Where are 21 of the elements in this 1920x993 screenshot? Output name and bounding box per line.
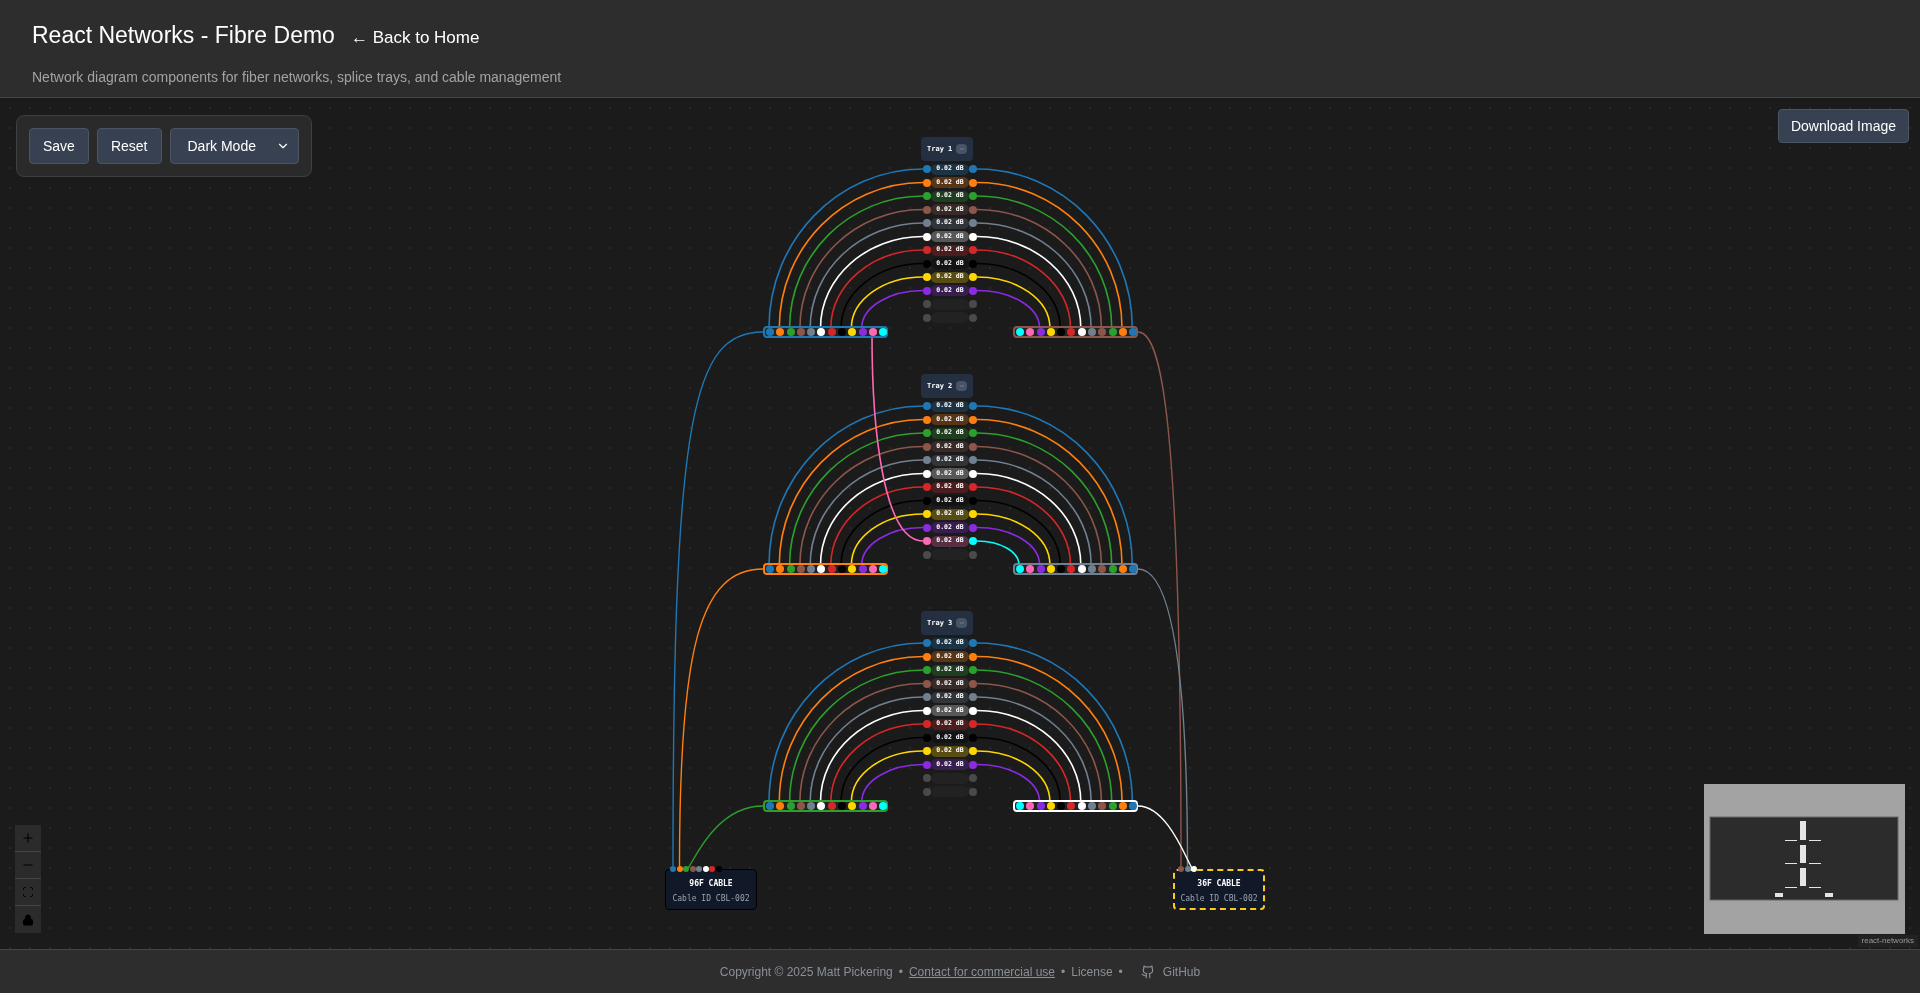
- separator-dot: •: [898, 963, 903, 981]
- cable-title: 96F CABLE: [689, 878, 733, 890]
- attribution-label[interactable]: react-networks: [1857, 935, 1918, 947]
- cable-node[interactable]: 96F CABLE Cable ID CBL-002: [665, 869, 757, 910]
- copyright-text: Copyright © 2025 Matt Pickering: [719, 963, 893, 981]
- contact-link[interactable]: Contact for commercial use: [908, 962, 1055, 981]
- page-subtitle: Network diagram components for fiber networks, splice trays, and cable management: [32, 67, 563, 87]
- cable-title: 36F CABLE: [1197, 878, 1241, 890]
- license-link[interactable]: License: [1071, 962, 1113, 981]
- download-button[interactable]: Download Image: [1777, 109, 1909, 143]
- cable-id: Cable ID CBL-002: [672, 893, 750, 905]
- page-title: React Networks - Fibre Demo: [32, 21, 335, 50]
- reset-button[interactable]: Reset: [96, 128, 162, 164]
- cable-node[interactable]: 36F CABLE Cable ID CBL-002: [1173, 869, 1265, 910]
- save-button[interactable]: Save: [29, 128, 89, 164]
- separator-dot: •: [1118, 963, 1123, 981]
- cable-id: Cable ID CBL-002: [1180, 893, 1258, 905]
- github-link[interactable]: GitHub: [1140, 962, 1201, 981]
- back-link[interactable]: ← Back to Home: [350, 25, 480, 51]
- theme-select[interactable]: Dark Mode: [169, 128, 299, 164]
- separator-dot: •: [1061, 963, 1066, 981]
